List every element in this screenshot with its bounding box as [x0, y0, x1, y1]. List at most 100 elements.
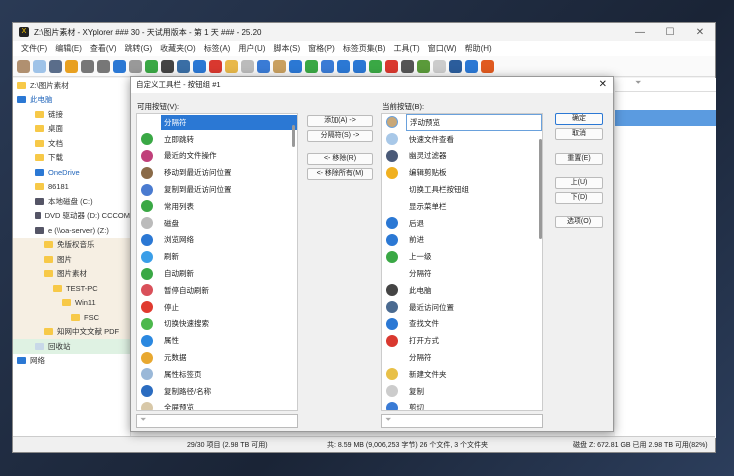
- button-list-item[interactable]: 分隔符: [382, 265, 542, 282]
- toolbar-button-icon[interactable]: [177, 59, 190, 73]
- reset-button[interactable]: 重置(E): [555, 153, 603, 165]
- toolbar-button-icon[interactable]: [273, 59, 286, 73]
- address-filter-icon[interactable]: ⏷: [615, 78, 716, 92]
- menu-item[interactable]: 文件(F): [17, 43, 51, 54]
- toolbar-button-icon[interactable]: [353, 59, 366, 73]
- toolbar-button-icon[interactable]: [17, 59, 30, 73]
- button-list-item[interactable]: 复制路径/名称: [137, 383, 297, 400]
- toolbar-button-icon[interactable]: [289, 59, 302, 73]
- toolbar-button-icon[interactable]: [305, 59, 318, 73]
- tree-item[interactable]: Z:\图片素材: [13, 78, 130, 93]
- menu-item[interactable]: 窗口(W): [424, 43, 461, 54]
- menu-item[interactable]: 编辑(E): [51, 43, 86, 54]
- toolbar-button-icon[interactable]: [417, 59, 430, 73]
- available-scrollbar[interactable]: [292, 125, 295, 147]
- toolbar-button-icon[interactable]: [33, 59, 46, 73]
- current-filter-input[interactable]: ⏷: [381, 414, 543, 428]
- button-list-item[interactable]: 分隔符: [137, 114, 297, 131]
- current-buttons-list[interactable]: 浮动预览 快速文件查看 幽灵过滤器 编辑剪贴板 切换工具栏按钮组 显示菜单栏 后退 前进 上一级…: [381, 113, 543, 411]
- button-list-item[interactable]: 前进: [382, 232, 542, 249]
- move-down-button[interactable]: 下(D): [555, 192, 603, 204]
- tree-item[interactable]: e (\\oa-server) (Z:): [13, 223, 130, 238]
- button-list-item[interactable]: 切换快速搜索: [137, 316, 297, 333]
- tree-item[interactable]: 回收站: [13, 339, 130, 354]
- menu-item[interactable]: 标签页集(B): [339, 43, 390, 54]
- button-list-item[interactable]: 停止: [137, 299, 297, 316]
- add-button[interactable]: 添加(A) ->: [307, 115, 373, 127]
- toolbar-button-icon[interactable]: [241, 59, 254, 73]
- button-list-item[interactable]: 显示菜单栏: [382, 198, 542, 215]
- tree-item[interactable]: OneDrive: [13, 165, 130, 180]
- toolbar-button-icon[interactable]: [465, 59, 478, 73]
- button-list-item[interactable]: 编辑剪贴板: [382, 164, 542, 181]
- close-button[interactable]: ✕: [685, 27, 715, 38]
- button-list-item[interactable]: 幽灵过滤器: [382, 148, 542, 165]
- button-list-item[interactable]: 最近访问位置: [382, 299, 542, 316]
- toolbar-button-icon[interactable]: [161, 59, 174, 73]
- button-list-item[interactable]: 自动刷新: [137, 265, 297, 282]
- remove-all-button[interactable]: <- 移除所有(M): [307, 168, 373, 180]
- button-list-item[interactable]: 此电脑: [382, 282, 542, 299]
- button-list-item[interactable]: 快速文件查看: [382, 131, 542, 148]
- cancel-button[interactable]: 取消: [555, 128, 603, 140]
- button-list-item[interactable]: 立即跳转: [137, 131, 297, 148]
- tree-item[interactable]: 网络: [13, 354, 130, 369]
- toolbar-button-icon[interactable]: [257, 59, 270, 73]
- button-list-item[interactable]: 打开方式: [382, 332, 542, 349]
- tree-item[interactable]: 此电脑: [13, 93, 130, 108]
- add-separator-button[interactable]: 分隔符(S) ->: [307, 130, 373, 142]
- tree-item[interactable]: Win11: [13, 295, 130, 310]
- menu-item[interactable]: 查看(V): [86, 43, 121, 54]
- selected-file-row[interactable]: [615, 110, 716, 126]
- toolbar-button-icon[interactable]: [81, 59, 94, 73]
- menu-item[interactable]: 跳转(G): [121, 43, 157, 54]
- button-list-item[interactable]: 刷新: [137, 248, 297, 265]
- button-list-item[interactable]: 浮动预览: [382, 114, 542, 131]
- tree-item[interactable]: 桌面: [13, 122, 130, 137]
- menu-item[interactable]: 用户(U): [234, 43, 269, 54]
- button-list-item[interactable]: 最近的文件操作: [137, 148, 297, 165]
- tree-item[interactable]: FSC: [13, 310, 130, 325]
- button-list-item[interactable]: 元数据: [137, 349, 297, 366]
- options-button[interactable]: 选项(O): [555, 216, 603, 228]
- button-list-item[interactable]: 后退: [382, 215, 542, 232]
- menu-item[interactable]: 帮助(H): [461, 43, 496, 54]
- menu-item[interactable]: 脚本(S): [269, 43, 304, 54]
- toolbar-button-icon[interactable]: [481, 59, 494, 73]
- tree-item[interactable]: 86181: [13, 180, 130, 195]
- menu-item[interactable]: 标签(A): [200, 43, 235, 54]
- button-list-item[interactable]: 暂停自动刷新: [137, 282, 297, 299]
- minimize-button[interactable]: —: [625, 27, 655, 38]
- toolbar-button-icon[interactable]: [113, 59, 126, 73]
- toolbar-button-icon[interactable]: [449, 59, 462, 73]
- tree-item[interactable]: TEST-PC: [13, 281, 130, 296]
- toolbar-button-icon[interactable]: [209, 59, 222, 73]
- button-list-item[interactable]: 移动到最近访问位置: [137, 164, 297, 181]
- button-list-item[interactable]: 剪切: [382, 400, 542, 410]
- menu-item[interactable]: 工具(T): [389, 43, 423, 54]
- available-buttons-list[interactable]: 分隔符 立即跳转 最近的文件操作 移动到最近访问位置 复制到最近访问位置 常用列表 磁盘 浏览…: [136, 113, 298, 411]
- remove-button[interactable]: <- 移除(R): [307, 153, 373, 165]
- dialog-close-button[interactable]: ✕: [599, 77, 607, 93]
- tree-item[interactable]: 图片: [13, 252, 130, 267]
- button-list-item[interactable]: 新建文件夹: [382, 366, 542, 383]
- toolbar-button-icon[interactable]: [369, 59, 382, 73]
- available-filter-input[interactable]: ⏷: [136, 414, 298, 428]
- tree-item[interactable]: 免版权音乐: [13, 237, 130, 252]
- button-list-item[interactable]: 全屏预览: [137, 400, 297, 410]
- button-list-item[interactable]: 属性标签页: [137, 366, 297, 383]
- tree-item[interactable]: 图片素材: [13, 266, 130, 281]
- tree-item[interactable]: DVD 驱动器 (D:) CCCOM: [13, 209, 130, 224]
- button-list-item[interactable]: 常用列表: [137, 198, 297, 215]
- button-list-item[interactable]: 浏览网络: [137, 232, 297, 249]
- tree-item[interactable]: 本地磁盘 (C:): [13, 194, 130, 209]
- button-list-item[interactable]: 复制到最近访问位置: [137, 181, 297, 198]
- button-list-item[interactable]: 上一级: [382, 248, 542, 265]
- button-list-item[interactable]: 切换工具栏按钮组: [382, 181, 542, 198]
- toolbar-button-icon[interactable]: [97, 59, 110, 73]
- toolbar-button-icon[interactable]: [49, 59, 62, 73]
- menu-item[interactable]: 收藏夹(O): [156, 43, 200, 54]
- move-up-button[interactable]: 上(U): [555, 177, 603, 189]
- button-list-item[interactable]: 属性: [137, 332, 297, 349]
- tree-item[interactable]: 下载: [13, 151, 130, 166]
